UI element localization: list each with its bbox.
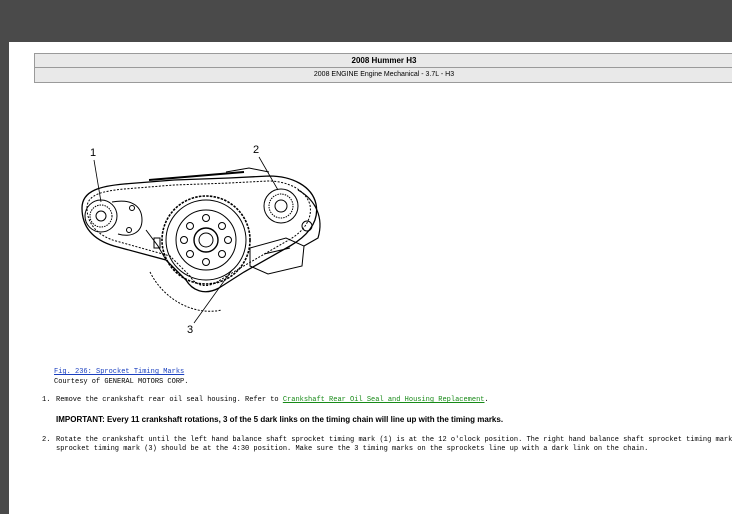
step-number: 2. bbox=[42, 436, 51, 444]
step-2-line-2: sprocket timing mark (3) should be at th… bbox=[56, 445, 649, 453]
vehicle-title: 2008 Hummer H3 bbox=[35, 54, 732, 68]
step-text: Remove the crankshaft rear oil seal hous… bbox=[56, 396, 283, 404]
oil-seal-replacement-link[interactable]: Crankshaft Rear Oil Seal and Housing Rep… bbox=[283, 396, 485, 404]
callout-3: 3 bbox=[187, 324, 193, 336]
section-title: 2008 ENGINE Engine Mechanical - 3.7L - H… bbox=[313, 71, 455, 78]
viewer-toolbar-area bbox=[0, 0, 732, 42]
callout-2: 2 bbox=[253, 144, 259, 156]
figure-caption-link[interactable]: Fig. 236: Sprocket Timing Marks bbox=[54, 368, 184, 376]
figure-courtesy: Courtesy of GENERAL MOTORS CORP. bbox=[54, 378, 189, 386]
step-text-end: . bbox=[484, 396, 489, 404]
document-header: 2008 Hummer H3 2008 ENGINE Engine Mechan… bbox=[34, 53, 732, 83]
step-1: 1. Remove the crankshaft rear oil seal ho… bbox=[42, 396, 489, 404]
step-2-line-1: 2. Rotate the crankshaft until the left h… bbox=[42, 436, 732, 444]
step-text: Rotate the crankshaft until the left han… bbox=[56, 436, 732, 444]
document-page: 2008 Hummer H3 2008 ENGINE Engine Mechan… bbox=[9, 42, 732, 514]
step-number: 1. bbox=[42, 396, 51, 404]
callout-1: 1 bbox=[90, 147, 96, 159]
sprocket-timing-diagram: 1 2 3 bbox=[81, 144, 321, 336]
important-note: IMPORTANT: Every 11 crankshaft rotations… bbox=[56, 415, 504, 424]
